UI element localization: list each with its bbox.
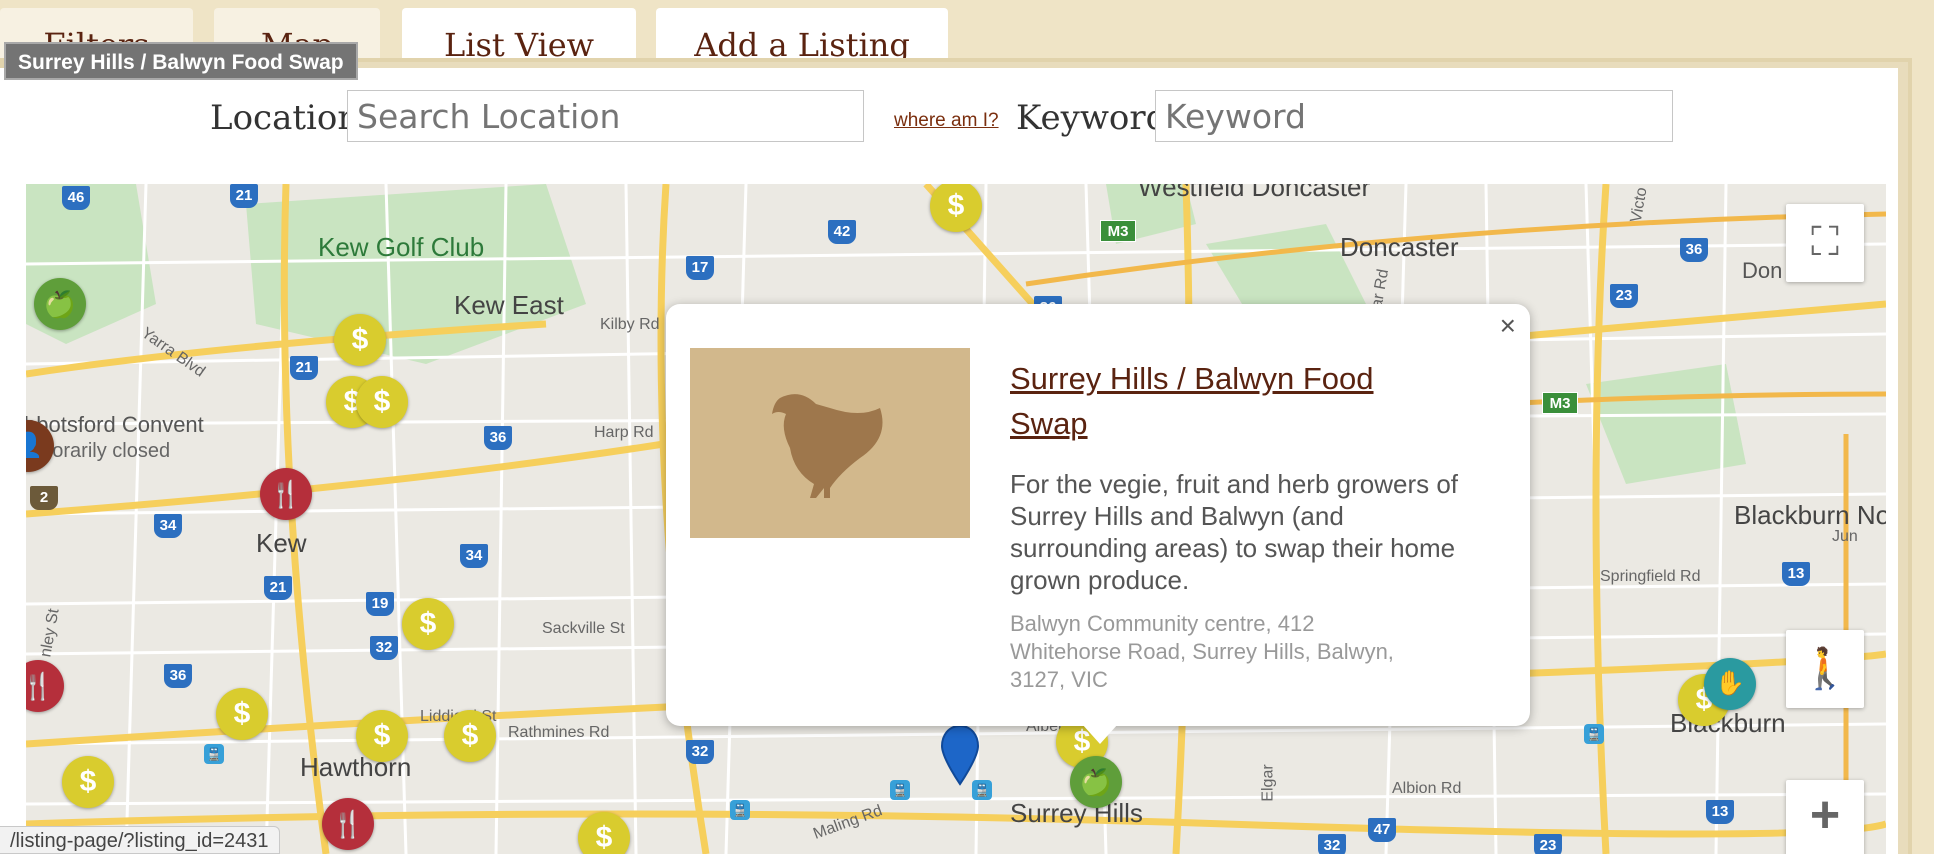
route-shield: 36: [164, 664, 192, 688]
map-label-albion-rd: Albion Rd: [1392, 780, 1462, 797]
map-label-sackville-st: Sackville St: [542, 620, 625, 637]
keyword-search-input[interactable]: [1155, 90, 1673, 142]
listing-info-popup: × Surrey Hills / Balwyn Food Swap For th…: [666, 304, 1530, 726]
selected-location-marker[interactable]: [938, 724, 982, 786]
listing-title-link[interactable]: Surrey Hills / Balwyn Food Swap: [1010, 356, 1430, 446]
route-shield: 36: [484, 426, 512, 450]
map-label-kew: Kew: [256, 528, 307, 558]
listing-thumbnail[interactable]: [690, 348, 970, 538]
map-label-elgar: Elgar: [1259, 764, 1277, 802]
route-shield: 23: [1610, 284, 1638, 308]
map-label-abbotsford-convent: bbotsford Convent: [26, 412, 204, 437]
produce-marker[interactable]: 🍏: [1070, 756, 1122, 808]
route-shield: 17: [686, 256, 714, 280]
map-label-springfield-rd: Springfield Rd: [1600, 568, 1701, 585]
route-shield: 34: [154, 514, 182, 538]
map-label-kew-golf-club: Kew Golf Club: [318, 232, 485, 262]
chicken-icon: [772, 394, 883, 498]
location-search-input[interactable]: [347, 90, 864, 142]
map-label-surrey-hills: Surrey Hills: [1010, 798, 1143, 828]
map-label-harp-rd: Harp Rd: [594, 424, 654, 441]
money-marker[interactable]: $: [334, 314, 386, 366]
map-label-westfield-doncaster: Westfield Doncaster: [1138, 184, 1371, 202]
route-shield: 21: [290, 356, 318, 380]
map-label-kew-east: Kew East: [454, 290, 564, 320]
route-shield: 42: [828, 220, 856, 244]
where-am-i-link[interactable]: where am I?: [894, 110, 999, 132]
food-marker[interactable]: 🍴: [322, 798, 374, 850]
map-label-jun-partial: Jun: [1832, 528, 1858, 545]
map-label-doncaster: Doncaster: [1340, 232, 1459, 262]
train-station-icon: 🚆: [1584, 724, 1604, 744]
train-station-icon: 🚆: [204, 744, 224, 764]
money-marker[interactable]: $: [62, 756, 114, 808]
route-shield: 46: [62, 186, 90, 210]
route-shield: 36: [1680, 238, 1708, 262]
map-label-kilby-rd: Kilby Rd: [600, 316, 660, 333]
popup-pointer: [1082, 724, 1118, 744]
route-shield: 13: [1782, 562, 1810, 586]
money-marker[interactable]: $: [356, 376, 408, 428]
route-shield: 32: [370, 636, 398, 660]
street-view-pegman-button[interactable]: 🚶: [1786, 630, 1864, 708]
motorway-shield: M3: [1542, 392, 1578, 414]
train-station-icon: 🚆: [890, 780, 910, 800]
route-shield: 34: [460, 544, 488, 568]
map-label-don-partial: Don: [1742, 258, 1783, 283]
route-shield: 23: [1534, 834, 1562, 854]
route-shield: 21: [230, 184, 258, 208]
zoom-in-button[interactable]: +: [1786, 780, 1864, 854]
money-marker[interactable]: $: [402, 598, 454, 650]
route-shield: 32: [686, 740, 714, 764]
route-shield: 2: [30, 486, 58, 510]
close-icon[interactable]: ×: [1500, 310, 1516, 342]
route-shield: 47: [1368, 818, 1396, 842]
listing-description: For the vegie, fruit and herb growers of…: [1010, 469, 1459, 595]
route-shield: 32: [1318, 834, 1346, 854]
money-marker[interactable]: $: [356, 710, 408, 762]
map-label-blackburn-north-1: Blackburn North: [1734, 500, 1886, 530]
motorway-shield: M3: [1100, 220, 1136, 242]
route-shield: 13: [1706, 800, 1734, 824]
hover-tooltip: Surrey Hills / Balwyn Food Swap: [4, 42, 358, 80]
fullscreen-button[interactable]: ⛶: [1786, 204, 1864, 282]
link-status-bar: /listing-page/?listing_id=2431: [0, 826, 280, 854]
help-marker[interactable]: ✋: [1704, 658, 1756, 710]
route-shield: 21: [264, 576, 292, 600]
route-shield: 19: [366, 592, 394, 616]
produce-marker[interactable]: 🍏: [34, 278, 86, 330]
train-station-icon: 🚆: [730, 800, 750, 820]
listing-address: Balwyn Community centre, 412 Whitehorse …: [1010, 611, 1394, 692]
map-label-rathmines-rd: Rathmines Rd: [508, 724, 610, 741]
money-marker[interactable]: $: [216, 688, 268, 740]
food-marker[interactable]: 🍴: [260, 468, 312, 520]
money-marker[interactable]: $: [444, 710, 496, 762]
